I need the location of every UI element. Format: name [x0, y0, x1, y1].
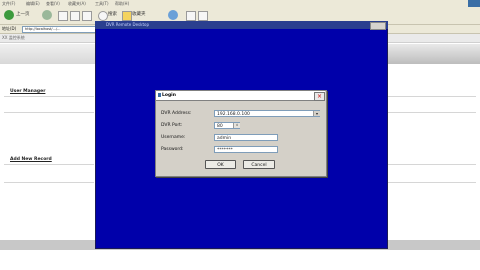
username-input[interactable]: admin	[214, 134, 278, 141]
back-icon[interactable]	[4, 10, 14, 20]
divider	[4, 164, 94, 165]
mail-icon[interactable]	[186, 11, 196, 21]
divider	[388, 164, 476, 165]
search-icon[interactable]	[98, 11, 108, 21]
dialog-close-icon[interactable]: ×	[314, 92, 325, 101]
section-title-user-manager[interactable]: User Manager	[10, 89, 45, 94]
ok-button[interactable]: OK	[205, 160, 236, 169]
divider	[388, 96, 476, 97]
home-icon[interactable]	[82, 11, 92, 21]
cancel-button[interactable]: Cancel	[243, 160, 275, 169]
refresh-icon[interactable]	[70, 11, 80, 21]
login-dialog-title: Login	[162, 93, 176, 98]
menu-item-file[interactable]: 文件(F)	[2, 0, 15, 7]
dropdown-arrow-icon[interactable]: ▾	[313, 111, 320, 116]
back-button-label[interactable]: 上一页	[16, 12, 30, 18]
password-input[interactable]: *******	[214, 146, 278, 153]
browser-menubar: 文件(F) 编辑(E) 查看(V) 收藏夹(A) 工具(T) 帮助(H)	[0, 0, 480, 7]
address-input[interactable]: http://localhost/.../...	[22, 26, 98, 33]
dvr-address-input[interactable]: 192.168.0.100	[214, 110, 320, 117]
divider	[4, 182, 94, 183]
search-button-label[interactable]: 搜索	[108, 12, 117, 18]
username-label: Username:	[161, 135, 186, 140]
divider	[388, 112, 476, 113]
dialog-app-icon	[158, 93, 161, 97]
dvr-address-label: DVR Address:	[161, 111, 192, 116]
header-band-left	[0, 44, 95, 64]
menu-item-edit[interactable]: 编辑(E)	[26, 0, 40, 7]
divider	[4, 112, 94, 113]
page-header-text: XX 监控系统	[2, 35, 25, 40]
port-spinner-icon[interactable]: ⇕	[233, 123, 240, 128]
remote-window-close-button[interactable]	[370, 22, 386, 30]
divider	[388, 182, 476, 183]
password-label: Password:	[161, 147, 184, 152]
divider	[4, 96, 94, 97]
print-icon[interactable]	[198, 11, 208, 21]
login-dialog-titlebar[interactable]	[156, 91, 325, 101]
stop-icon[interactable]	[58, 11, 68, 21]
menu-item-tools[interactable]: 工具(T)	[95, 0, 109, 7]
remote-window-title: DVR Remote Desktop	[106, 22, 149, 27]
section-title-add-record[interactable]: Add New Record	[10, 157, 52, 162]
menu-item-view[interactable]: 查看(V)	[46, 0, 60, 7]
forward-icon[interactable]	[42, 10, 52, 20]
menu-item-help[interactable]: 帮助(H)	[115, 0, 129, 7]
favorites-button-label[interactable]: 收藏夹	[132, 12, 146, 18]
menu-item-favorites[interactable]: 收藏夹(A)	[68, 0, 86, 7]
dvr-port-label: DVR Port:	[161, 123, 183, 128]
address-label: 地址(D)	[2, 26, 17, 31]
favorites-icon[interactable]	[122, 11, 132, 21]
history-icon[interactable]	[168, 10, 178, 20]
header-band-right	[388, 44, 480, 64]
